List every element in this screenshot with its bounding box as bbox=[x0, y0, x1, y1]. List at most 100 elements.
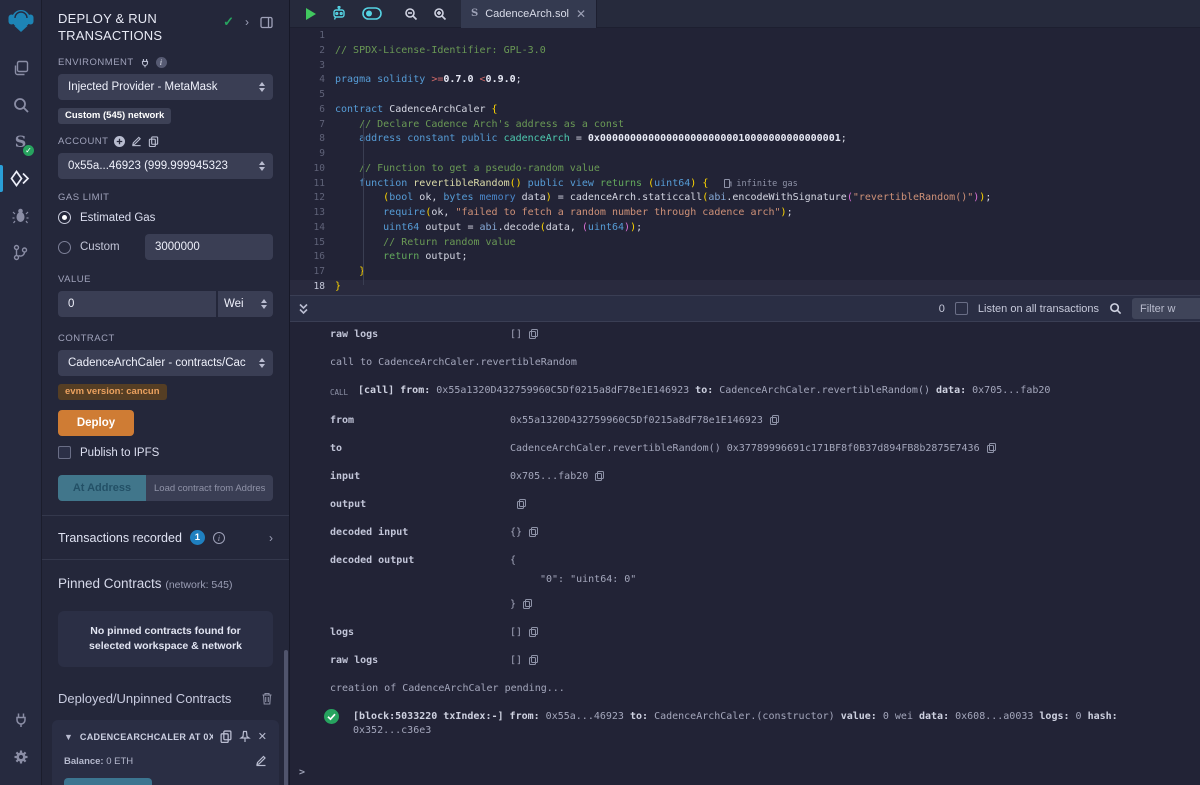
code-line[interactable]: 8 address constant public cadenceArch = … bbox=[290, 132, 1200, 147]
copy-icon[interactable] bbox=[523, 599, 532, 609]
code-text: return output; bbox=[335, 250, 467, 265]
network-badge: Custom (545) network bbox=[58, 108, 171, 124]
code-line[interactable]: 11 function revertibleRandom() public vi… bbox=[290, 177, 1200, 192]
add-account-icon[interactable] bbox=[114, 136, 125, 147]
copy-icon[interactable] bbox=[595, 471, 604, 481]
plugin-manager-icon[interactable] bbox=[0, 701, 41, 738]
pinned-empty-message: No pinned contracts found for selected w… bbox=[58, 611, 273, 667]
contract-select[interactable]: CadenceArchCaler - contracts/Cac bbox=[58, 350, 273, 376]
copy-icon[interactable] bbox=[987, 443, 996, 453]
code-text: // Function to get a pseudo-random value bbox=[335, 162, 600, 177]
tab-cadencearch-sol[interactable]: S CadenceArch.sol ✕ bbox=[461, 0, 597, 28]
code-text: function revertibleRandom() public view … bbox=[335, 177, 708, 192]
environment-info-icon[interactable]: i bbox=[156, 57, 167, 68]
at-address-button[interactable]: At Address bbox=[58, 475, 146, 501]
code-line[interactable]: 3 bbox=[290, 59, 1200, 74]
deploy-and-run-icon[interactable] bbox=[0, 160, 41, 197]
copy-address-icon[interactable] bbox=[220, 730, 232, 743]
run-script-icon[interactable] bbox=[306, 8, 316, 20]
code-line[interactable]: 4pragma solidity >=0.7.0 <0.9.0; bbox=[290, 73, 1200, 88]
pin-contract-icon[interactable] bbox=[239, 730, 251, 743]
copy-account-icon[interactable] bbox=[148, 136, 159, 147]
listen-all-checkbox[interactable] bbox=[955, 302, 968, 315]
transactions-recorded-label: Transactions recorded bbox=[58, 531, 182, 545]
code-line[interactable]: 5 bbox=[290, 88, 1200, 103]
custom-gas-input[interactable] bbox=[145, 234, 273, 260]
file-explorer-icon[interactable] bbox=[0, 49, 41, 86]
transactions-expand-icon[interactable]: › bbox=[269, 531, 273, 545]
tab-close-icon[interactable]: ✕ bbox=[576, 7, 586, 21]
zoom-in-icon[interactable] bbox=[433, 7, 447, 21]
line-number: 18 bbox=[290, 280, 335, 295]
line-number: 16 bbox=[290, 250, 335, 265]
copy-icon[interactable] bbox=[770, 415, 779, 425]
trash-icon[interactable] bbox=[261, 692, 273, 705]
code-line[interactable]: 17 } bbox=[290, 265, 1200, 280]
copy-icon[interactable] bbox=[529, 329, 538, 339]
code-text: (bool ok, bytes memory data) = cadenceAr… bbox=[335, 191, 991, 206]
edit-balance-icon[interactable] bbox=[255, 755, 267, 767]
settings-gear-icon[interactable] bbox=[0, 738, 41, 775]
plug-icon[interactable] bbox=[140, 58, 150, 68]
pin-panel-icon[interactable] bbox=[260, 16, 273, 29]
copy-icon[interactable] bbox=[517, 499, 526, 509]
debugger-icon[interactable] bbox=[0, 197, 41, 234]
code-line[interactable]: 2// SPDX-License-Identifier: GPL-3.0 bbox=[290, 44, 1200, 59]
copy-icon[interactable] bbox=[529, 627, 538, 637]
code-editor[interactable]: 12// SPDX-License-Identifier: GPL-3.034p… bbox=[290, 28, 1200, 295]
copy-icon[interactable] bbox=[529, 527, 538, 537]
remove-contract-icon[interactable]: ✕ bbox=[258, 730, 267, 743]
value-input[interactable] bbox=[58, 291, 216, 317]
sign-message-icon[interactable] bbox=[131, 136, 142, 147]
terminal[interactable]: raw logs[]call to CadenceArchCaler.rever… bbox=[290, 322, 1200, 785]
code-line[interactable]: 16 return output; bbox=[290, 250, 1200, 265]
estimated-gas-option[interactable]: Estimated Gas bbox=[58, 211, 273, 224]
terminal-prompt[interactable]: > bbox=[299, 767, 305, 778]
expand-terminal-icon[interactable] bbox=[298, 303, 309, 315]
terminal-search-icon[interactable] bbox=[1109, 302, 1122, 315]
code-line[interactable]: 15 // Return random value bbox=[290, 236, 1200, 251]
code-line[interactable]: 9 bbox=[290, 147, 1200, 162]
publish-ipfs-checkbox[interactable] bbox=[58, 446, 71, 459]
panel-forward-icon[interactable]: › bbox=[245, 15, 249, 29]
code-line[interactable]: 7 // Declare Cadence Arch's address as a… bbox=[290, 118, 1200, 133]
cadence-arch-function-button[interactable]: cadenceArch bbox=[64, 778, 152, 785]
line-number: 6 bbox=[290, 103, 335, 118]
contract-label: CONTRACT bbox=[58, 333, 273, 344]
publish-ipfs-option: Publish to IPFS bbox=[58, 446, 273, 459]
terminal-filter-input[interactable] bbox=[1132, 298, 1200, 319]
code-line[interactable]: 12 (bool ok, bytes memory data) = cadenc… bbox=[290, 191, 1200, 206]
at-address-input[interactable] bbox=[146, 475, 273, 501]
git-icon[interactable] bbox=[0, 234, 41, 271]
account-select[interactable]: 0x55a...46923 (999.999945323 bbox=[58, 153, 273, 179]
code-line[interactable]: 18} bbox=[290, 280, 1200, 295]
search-icon[interactable] bbox=[0, 86, 41, 123]
transactions-info-icon[interactable]: i bbox=[213, 532, 225, 544]
terminal-row: creation of CadenceArchCaler pending... bbox=[330, 682, 1200, 696]
code-line[interactable]: 6contract CadenceArchCaler { bbox=[290, 103, 1200, 118]
code-line[interactable]: 13 require(ok, "failed to fetch a random… bbox=[290, 206, 1200, 221]
line-number: 5 bbox=[290, 88, 335, 103]
solidity-compiler-icon[interactable]: S ✓ bbox=[0, 123, 41, 160]
code-text: require(ok, "failed to fetch a random nu… bbox=[335, 206, 793, 221]
custom-gas-radio[interactable] bbox=[58, 241, 71, 254]
collapse-chevron-icon[interactable]: ▼ bbox=[64, 732, 73, 742]
deploy-button[interactable]: Deploy bbox=[58, 410, 134, 436]
estimated-gas-radio[interactable] bbox=[58, 211, 71, 224]
code-line[interactable]: 1 bbox=[290, 29, 1200, 44]
infinite-gas-badge: infinite gas bbox=[724, 177, 797, 192]
environment-select[interactable]: Injected Provider - MetaMask bbox=[58, 74, 273, 100]
panel-scrollbar[interactable] bbox=[284, 650, 288, 785]
value-unit-select[interactable]: Wei bbox=[218, 291, 273, 317]
code-line[interactable]: 14 uint64 output = abi.decode(data, (uin… bbox=[290, 221, 1200, 236]
copy-icon[interactable] bbox=[529, 655, 538, 665]
terminal-row: from0x55a1320D432759960C5Df0215a8dF78e1E… bbox=[330, 414, 1200, 428]
code-line[interactable]: 10 // Function to get a pseudo-random va… bbox=[290, 162, 1200, 177]
copilot-toggle-icon[interactable] bbox=[362, 7, 382, 20]
zoom-out-icon[interactable] bbox=[404, 7, 418, 21]
custom-gas-option: Custom bbox=[58, 234, 273, 260]
line-number: 1 bbox=[290, 29, 335, 44]
line-number: 10 bbox=[290, 162, 335, 177]
ai-assistant-icon[interactable] bbox=[331, 6, 347, 21]
code-text: pragma solidity >=0.7.0 <0.9.0; bbox=[335, 73, 522, 88]
